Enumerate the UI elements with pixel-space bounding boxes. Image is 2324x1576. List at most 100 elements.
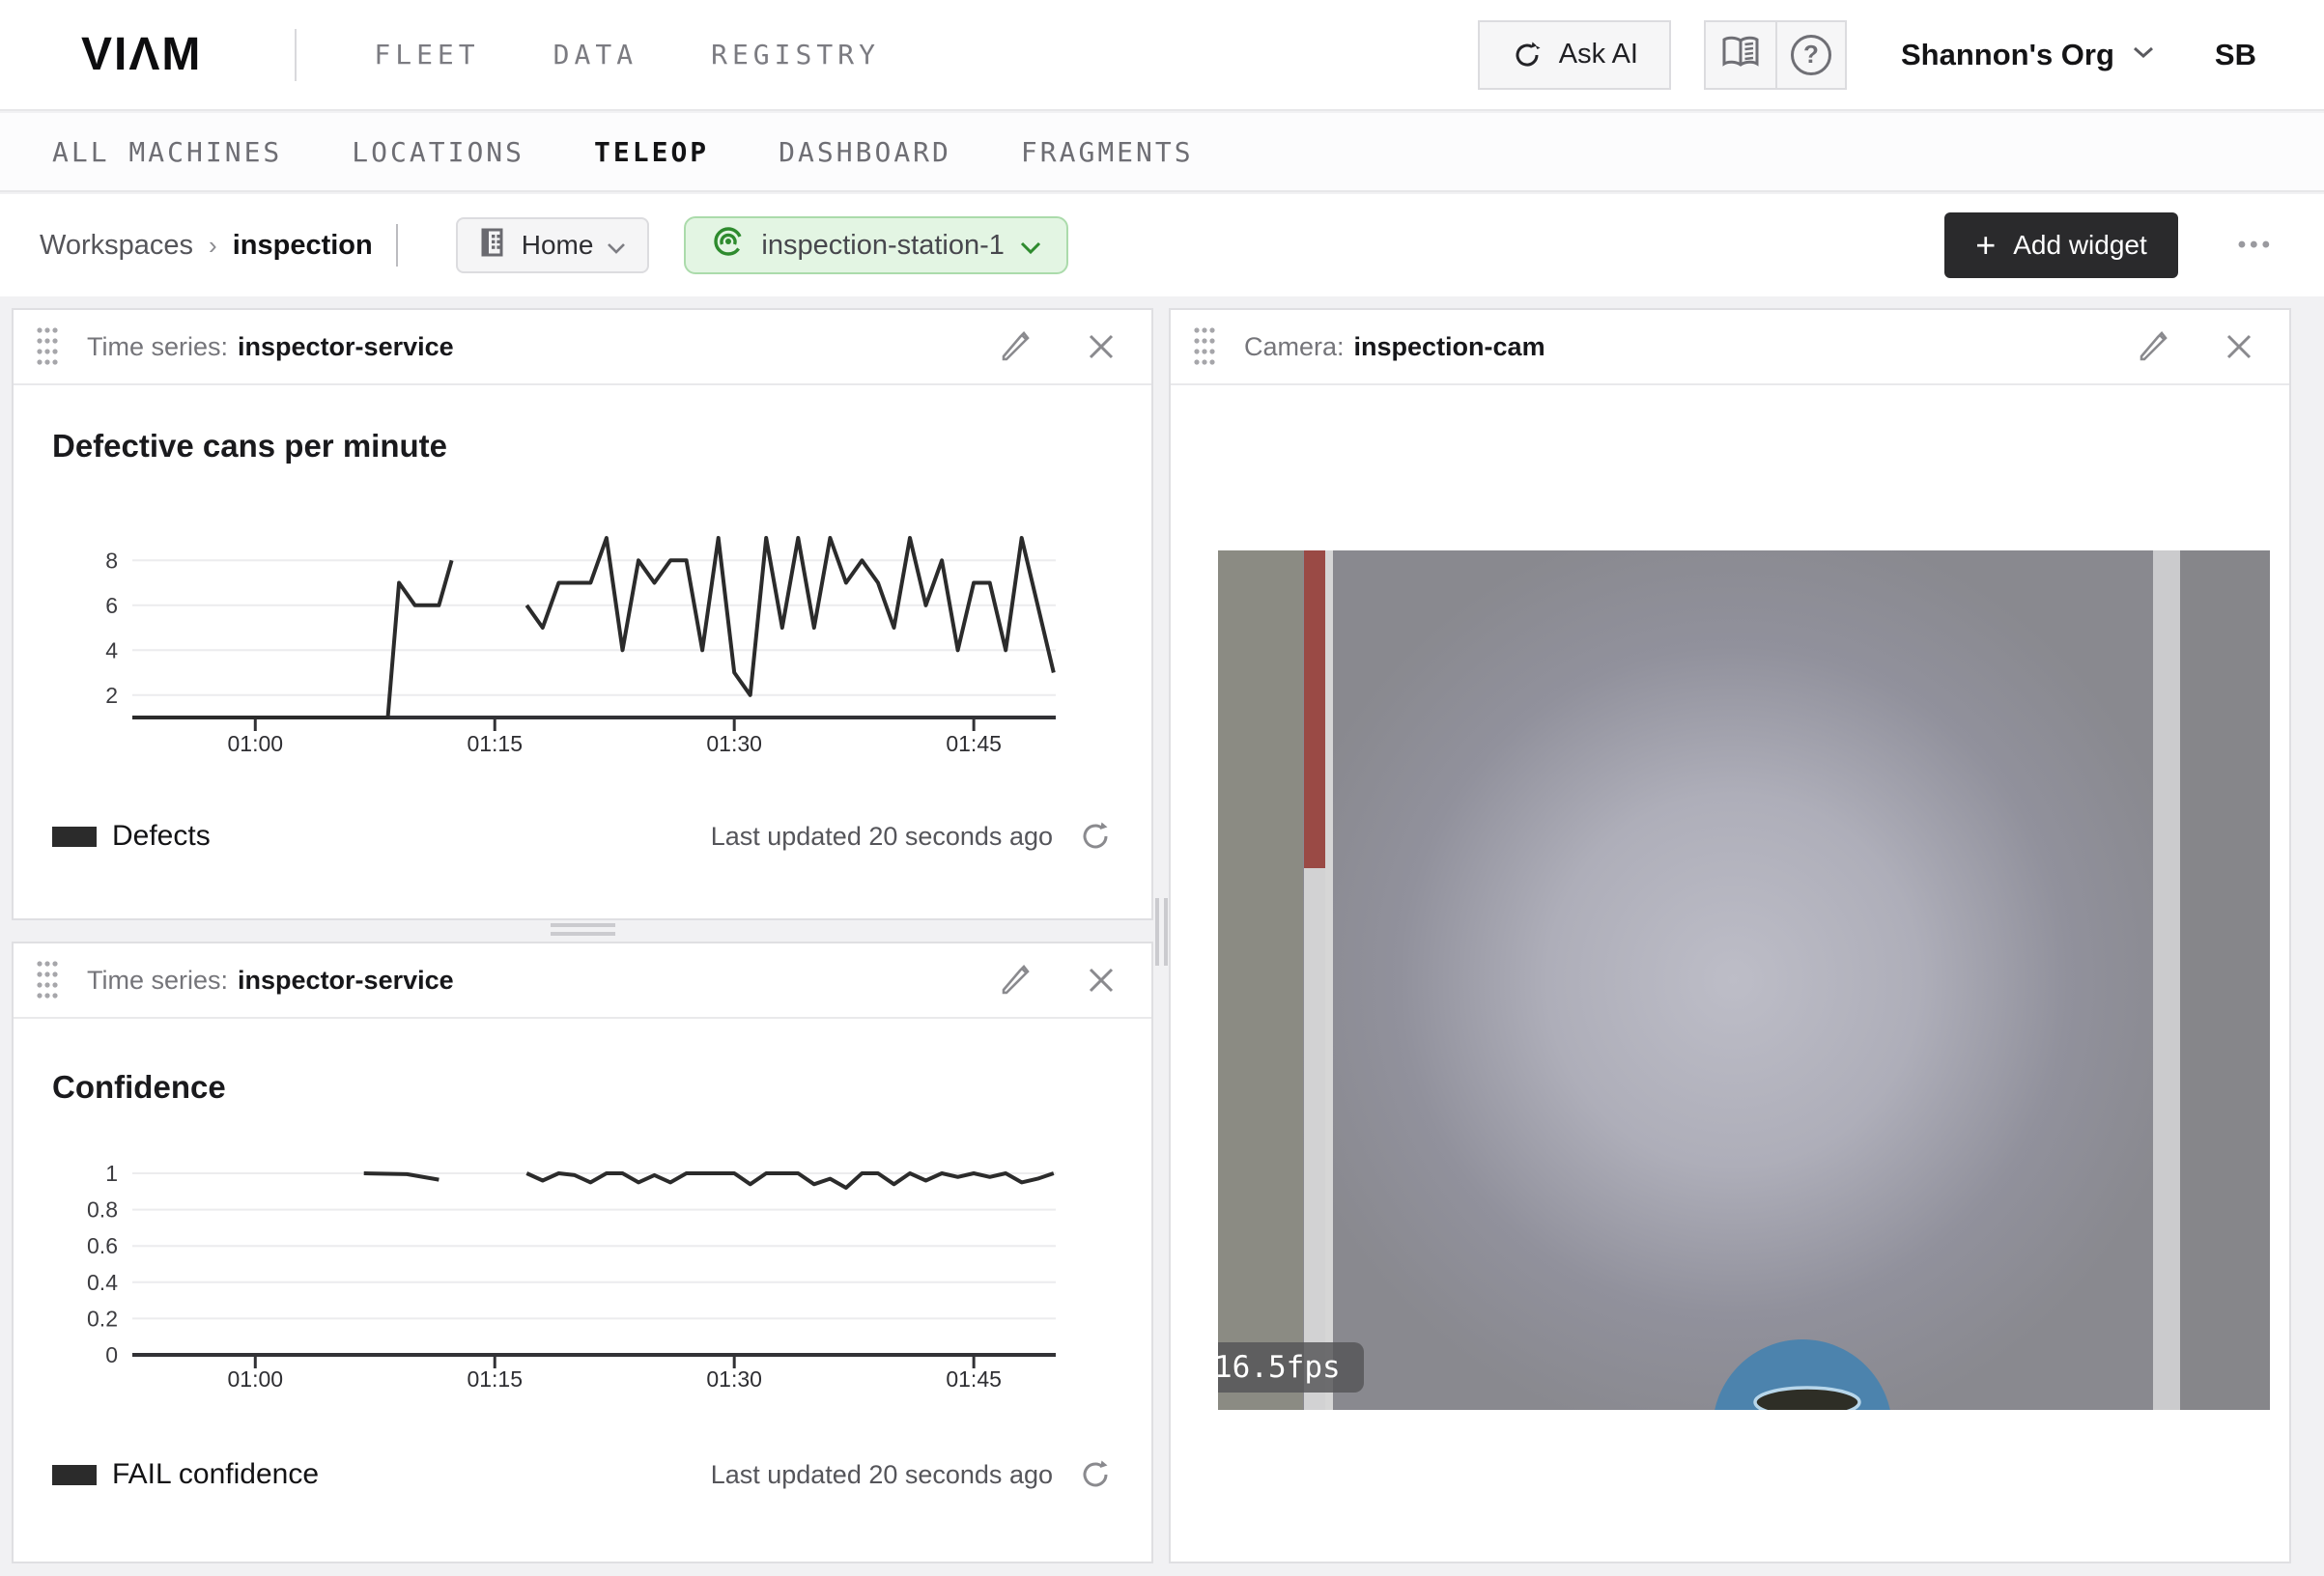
workspace-name[interactable]: inspection xyxy=(233,230,373,262)
widget-resource-name: inspector-service xyxy=(238,332,454,362)
horizontal-resize-handle[interactable] xyxy=(551,923,615,937)
legend-swatch xyxy=(52,1465,97,1485)
legend-label: Defects xyxy=(112,820,211,853)
edit-pencil-icon[interactable] xyxy=(999,964,1032,997)
help-icon: ? xyxy=(1791,35,1831,75)
add-widget-button[interactable]: + Add widget xyxy=(1944,212,2178,278)
docs-button[interactable] xyxy=(1706,22,1775,88)
nav-item-registry[interactable]: REGISTRY xyxy=(711,39,880,70)
tab-teleop[interactable]: TELEOP xyxy=(594,136,709,168)
svg-text:0.6: 0.6 xyxy=(87,1233,118,1258)
drag-handle-icon[interactable] xyxy=(35,324,60,369)
widget-timeseries-defects: Time series: inspector-service Defective… xyxy=(12,308,1153,920)
primary-nav: FLEET DATA REGISTRY xyxy=(374,39,880,70)
tab-locations[interactable]: LOCATIONS xyxy=(352,136,524,168)
chart-title: Defective cans per minute xyxy=(52,428,447,464)
svg-text:01:30: 01:30 xyxy=(706,1366,762,1392)
drag-handle-icon[interactable] xyxy=(35,958,60,1002)
widget-type-label: Camera: xyxy=(1244,332,1345,362)
fps-badge: 16.5fps xyxy=(1218,1342,1364,1393)
breadcrumb: Workspaces › inspection xyxy=(40,224,398,267)
breadcrumb-separator: › xyxy=(209,231,217,261)
edit-pencil-icon[interactable] xyxy=(999,330,1032,363)
widget-type-label: Time series: xyxy=(87,966,228,996)
breadcrumb-workspaces[interactable]: Workspaces xyxy=(40,230,193,262)
camera-red-fixture xyxy=(1304,550,1326,868)
widget-type-label: Time series: xyxy=(87,332,228,362)
svg-text:01:30: 01:30 xyxy=(706,731,762,756)
tab-fragments[interactable]: FRAGMENTS xyxy=(1021,136,1194,168)
user-avatar[interactable]: SB xyxy=(2215,38,2256,72)
chevron-down-icon xyxy=(2132,45,2155,64)
help-button[interactable]: ? xyxy=(1775,22,1845,88)
ask-ai-label: Ask AI xyxy=(1559,39,1638,70)
legend-swatch xyxy=(52,827,97,847)
close-icon[interactable] xyxy=(1086,965,1117,996)
defects-line-chart: 246801:0001:1501:3001:45 xyxy=(41,528,1122,777)
workspace-toolbar: Workspaces › inspection Home i xyxy=(0,194,2324,296)
widget-resource-name: inspector-service xyxy=(238,966,454,996)
location-label: Home xyxy=(522,230,594,261)
drag-handle-icon[interactable] xyxy=(1192,324,1217,369)
toolbar-right: + Add widget ••• xyxy=(1944,212,2274,278)
machine-selector[interactable]: inspection-station-1 xyxy=(684,216,1067,274)
svg-text:0.8: 0.8 xyxy=(87,1197,118,1223)
svg-text:0.2: 0.2 xyxy=(87,1306,118,1331)
close-icon[interactable] xyxy=(2224,331,2254,362)
viam-logo: VIΛM xyxy=(81,28,202,81)
location-selector[interactable]: Home xyxy=(456,217,650,273)
ai-sparkle-refresh-icon xyxy=(1511,39,1544,71)
close-icon[interactable] xyxy=(1086,331,1117,362)
building-icon xyxy=(479,227,508,265)
svg-text:8: 8 xyxy=(105,548,118,573)
vertical-resize-handle[interactable] xyxy=(1155,898,1169,966)
tab-all-machines[interactable]: ALL MACHINES xyxy=(52,136,282,168)
org-name: Shannon's Org xyxy=(1901,38,2114,72)
camera-right-wall xyxy=(2180,550,2270,1410)
svg-text:01:45: 01:45 xyxy=(946,1366,1002,1392)
svg-text:01:00: 01:00 xyxy=(227,731,283,756)
confidence-line-chart: 00.20.40.60.8101:0001:1501:3001:45 xyxy=(41,1146,1122,1399)
book-icon xyxy=(1719,35,1762,74)
add-widget-label: Add widget xyxy=(2013,230,2147,261)
more-menu-icon[interactable]: ••• xyxy=(2238,232,2274,259)
org-switcher[interactable]: Shannon's Org xyxy=(1901,38,2155,72)
plus-icon: + xyxy=(1975,228,1996,263)
chart-legend-row: FAIL confidence Last updated 20 seconds … xyxy=(52,1453,1113,1496)
svg-text:01:45: 01:45 xyxy=(946,731,1002,756)
refresh-icon[interactable] xyxy=(1078,1457,1113,1492)
last-updated-text: Last updated 20 seconds ago xyxy=(711,1460,1053,1490)
chevron-down-icon xyxy=(607,230,626,261)
camera-edge-line xyxy=(1325,550,1333,1410)
help-icon-group: ? xyxy=(1704,20,1847,90)
svg-text:1: 1 xyxy=(105,1161,118,1186)
camera-right-light-strip xyxy=(2153,550,2180,1410)
svg-text:4: 4 xyxy=(105,637,118,662)
blue-can-object xyxy=(1706,1333,1899,1410)
svg-text:0: 0 xyxy=(105,1342,118,1367)
chevron-down-icon xyxy=(1020,230,1041,262)
svg-text:01:15: 01:15 xyxy=(467,1366,523,1392)
camera-stream-image: 16.5fps xyxy=(1218,550,2270,1410)
machine-name: inspection-station-1 xyxy=(761,230,1004,262)
edit-pencil-icon[interactable] xyxy=(2137,330,2169,363)
widget-timeseries-confidence: Time series: inspector-service Confidenc… xyxy=(12,942,1153,1563)
machine-online-icon xyxy=(711,224,746,267)
legend-label: FAIL confidence xyxy=(112,1458,319,1491)
tab-dashboard[interactable]: DASHBOARD xyxy=(779,136,951,168)
header-divider xyxy=(295,29,297,81)
ask-ai-button[interactable]: Ask AI xyxy=(1478,20,1671,90)
svg-text:2: 2 xyxy=(105,683,118,708)
nav-item-data[interactable]: DATA xyxy=(553,39,638,70)
widget-header: Time series: inspector-service xyxy=(14,310,1151,385)
svg-text:6: 6 xyxy=(105,593,118,618)
widget-header: Camera: inspection-cam xyxy=(1171,310,2289,385)
widget-resource-name: inspection-cam xyxy=(1354,332,1545,362)
nav-item-fleet[interactable]: FLEET xyxy=(374,39,479,70)
refresh-icon[interactable] xyxy=(1078,819,1113,854)
widget-header: Time series: inspector-service xyxy=(14,943,1151,1019)
camera-left-wall xyxy=(1218,550,1303,1410)
widget-camera: Camera: inspection-cam 16.5fps xyxy=(1169,308,2291,1563)
last-updated-text: Last updated 20 seconds ago xyxy=(711,822,1053,852)
header-right: Ask AI ? Shannon's O xyxy=(1478,20,2256,90)
